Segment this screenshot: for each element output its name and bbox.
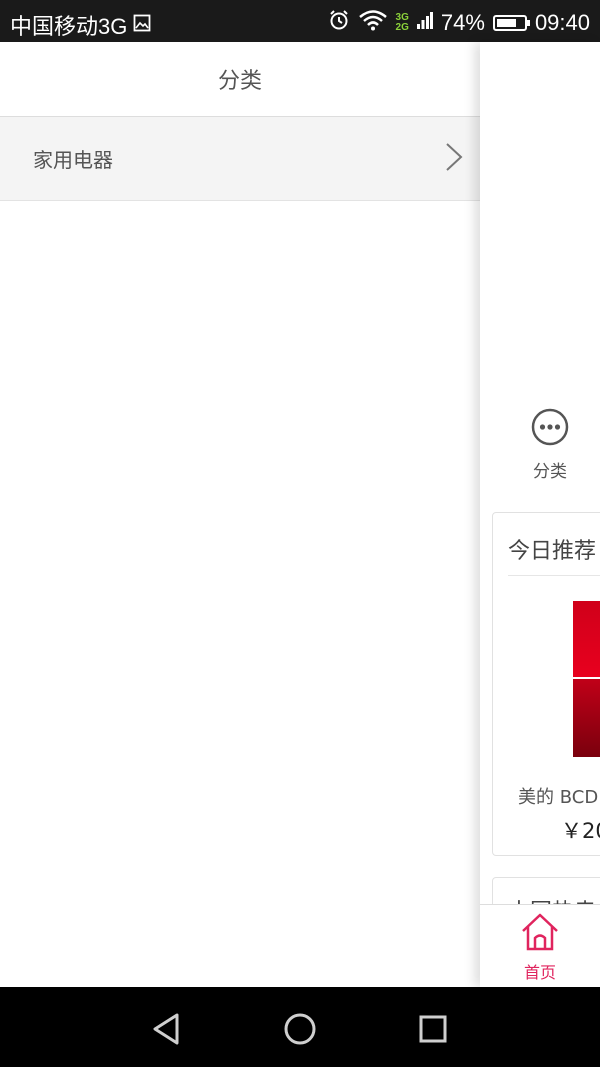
home-circle-icon[interactable] (280, 1009, 320, 1049)
signal-icon (416, 9, 433, 37)
alarm-icon (328, 9, 350, 37)
battery-percent: 74% (440, 10, 485, 35)
system-navigation-bar (0, 987, 600, 1067)
divider (508, 575, 600, 576)
category-shortcut[interactable]: 分类 (480, 407, 600, 482)
category-item-label: 家用电器 (33, 148, 113, 172)
category-drawer: 分类 家用电器 (0, 42, 480, 987)
clock-time: 09:40 (534, 10, 590, 35)
product-price: ￥20 (561, 819, 600, 843)
nav-home-label: 首页 (523, 963, 556, 982)
recents-icon[interactable] (413, 1009, 453, 1049)
network-type-badge: 3G 2G (395, 12, 409, 33)
battery-icon (492, 15, 530, 31)
nav-home-tab[interactable]: 首页 (480, 911, 600, 983)
back-icon[interactable] (147, 1009, 187, 1049)
carrier-label: 中国移动3G (10, 14, 128, 39)
wifi-icon (358, 9, 388, 37)
chevron-right-icon (444, 142, 464, 176)
main-page-peek[interactable]: 分类 今日推荐 美的 BCD ￥20 中国热卖 首页 (480, 42, 600, 987)
more-dots-icon (530, 408, 570, 451)
drawer-header: 分类 (0, 42, 480, 117)
recommend-card[interactable]: 今日推荐 美的 BCD ￥20 (492, 512, 600, 856)
bottom-nav: 首页 (480, 904, 600, 987)
product-name: 美的 BCD (518, 787, 599, 808)
drawer-title: 分类 (217, 69, 262, 94)
status-bar: 中国移动3G 3G 2G 74% 09:40 (0, 0, 600, 42)
home-icon (519, 913, 561, 957)
recommend-title: 今日推荐 (508, 539, 597, 564)
category-shortcut-label: 分类 (533, 462, 567, 482)
image-icon (133, 12, 151, 38)
category-item-home-appliances[interactable]: 家用电器 (0, 117, 480, 201)
product-image-fridge[interactable] (573, 601, 600, 757)
